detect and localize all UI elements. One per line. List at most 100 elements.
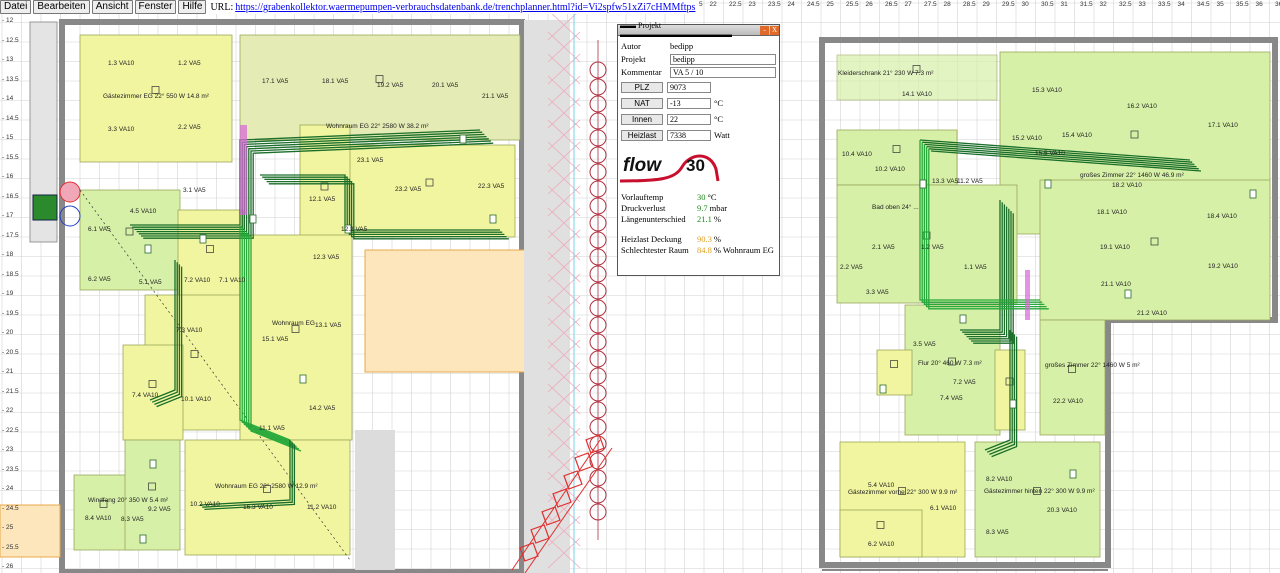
innen-field[interactable]: 22 <box>667 113 711 125</box>
ruler-left-tick: - 20.5 <box>2 348 19 356</box>
plz-row: PLZ 9073 <box>621 80 776 94</box>
room-zone[interactable] <box>184 439 351 556</box>
heatpump-circle[interactable] <box>59 181 81 203</box>
ruler-top-tick: 27 <box>904 1 912 8</box>
heizlast-field[interactable]: 7338 <box>667 129 711 141</box>
panel-titlebar[interactable]: ▬▬ Projekt ▬▬▬▬▬▬▬▬▬▬▬▬▬▬ -X <box>618 21 779 39</box>
stat-row: Vorlauftemp 30 °C <box>621 191 776 202</box>
valve-marker-icon[interactable] <box>249 214 257 224</box>
nat-field[interactable]: -13 <box>667 97 711 109</box>
ruler-top-tick: 31 <box>1060 1 1068 8</box>
plz-field[interactable]: 9073 <box>667 81 711 93</box>
menu-fenster[interactable]: Fenster <box>134 0 177 14</box>
room-zone[interactable] <box>836 54 998 101</box>
room-zone[interactable] <box>836 129 958 186</box>
collector-box[interactable] <box>32 194 58 221</box>
valve-marker-icon[interactable] <box>299 374 307 384</box>
stat-row: Druckverlust 9.7 mbar <box>621 202 776 213</box>
panel-title: ▬▬ Projekt ▬▬▬▬▬▬▬▬▬▬▬▬▬▬ <box>620 21 732 39</box>
valve-marker-icon[interactable] <box>344 224 352 234</box>
valve-marker-icon[interactable] <box>1124 289 1132 299</box>
valve-marker-icon[interactable] <box>144 244 152 254</box>
author-label: Autor <box>621 41 641 51</box>
innen-button[interactable]: Innen <box>621 113 663 125</box>
stat-value: 9.7 <box>697 202 708 213</box>
ruler-left-tick: - 24.5 <box>2 504 19 512</box>
room-zone[interactable] <box>79 189 181 291</box>
nat-row: NAT -13 °C <box>621 96 776 110</box>
minimize-button[interactable]: - <box>760 25 769 35</box>
valve-marker-icon[interactable] <box>149 459 157 469</box>
stat-value: 21.1 <box>697 213 712 224</box>
ruler-left-tick: - 23 <box>2 446 14 453</box>
ruler-left-tick: - 17 <box>2 212 14 219</box>
room-zone[interactable] <box>974 441 1101 558</box>
project-row: Projekt bedipp <box>621 53 776 65</box>
room-zone[interactable] <box>239 34 521 141</box>
ruler-top-tick: 33 <box>1138 1 1146 8</box>
floor-plan-left[interactable] <box>0 19 559 573</box>
project-panel[interactable]: ▬▬ Projekt ▬▬▬▬▬▬▬▬▬▬▬▬▬▬ -X Autor bedipp… <box>617 21 780 276</box>
room-zone[interactable] <box>344 144 516 238</box>
return-collector[interactable] <box>240 125 247 215</box>
valve-marker-icon[interactable] <box>459 134 467 144</box>
ruler-left-tick: - 12 <box>2 17 14 24</box>
ruler-left-tick: - 17.5 <box>2 231 19 239</box>
heizlast-button[interactable]: Heizlast <box>621 129 663 141</box>
collector-loop-red[interactable] <box>585 434 605 454</box>
ruler-left-tick: - 16.5 <box>2 192 19 200</box>
valve-marker-icon[interactable] <box>919 179 927 189</box>
corner-area <box>355 430 395 570</box>
valve-marker-icon[interactable] <box>879 384 887 394</box>
valve-marker-icon[interactable] <box>199 234 207 244</box>
valve-marker-icon[interactable] <box>959 314 967 324</box>
stat-label: Längenunterschied <box>621 213 686 224</box>
valve-marker-icon[interactable] <box>1069 469 1077 479</box>
ruler-top-tick: 35.5 <box>1236 1 1249 8</box>
ruler-left-tick: - 22.5 <box>2 426 19 434</box>
room-zone[interactable] <box>122 344 184 441</box>
ruler-left-tick: - 22 <box>2 407 14 414</box>
author-row: Autor bedipp <box>621 40 776 52</box>
valve-marker-icon[interactable] <box>1044 179 1052 189</box>
room-zone[interactable] <box>839 509 923 558</box>
menu-hilfe[interactable]: Hilfe <box>178 0 207 14</box>
close-button[interactable]: X <box>770 25 779 35</box>
innen-unit: °C <box>714 114 724 124</box>
room-zone[interactable] <box>177 209 244 306</box>
valve-marker-icon[interactable] <box>139 534 147 544</box>
plz-button[interactable]: PLZ <box>621 81 663 93</box>
ruler-top-tick: 24.5 <box>807 1 820 8</box>
comment-field[interactable]: VA 5 / 10 <box>670 66 776 78</box>
project-field[interactable]: bedipp <box>670 53 776 65</box>
menu-bearbeiten[interactable]: Bearbeiten <box>33 0 90 14</box>
ruler-left-tick: - 25.5 <box>2 543 19 551</box>
ruler-left-tick: - 16 <box>2 173 14 180</box>
ruler-left-tick: - 23.5 <box>2 465 19 473</box>
valve-marker-icon[interactable] <box>489 214 497 224</box>
ruler-left-tick: - 18.5 <box>2 270 19 278</box>
trench-collector[interactable] <box>511 0 613 573</box>
ruler-top-tick: 32.5 <box>1119 1 1132 8</box>
ruler-top-tick: 22 <box>709 1 717 8</box>
room-zone[interactable] <box>79 34 233 163</box>
room-zone[interactable] <box>239 234 353 441</box>
room-zone[interactable] <box>124 439 181 551</box>
ruler-top-tick: 25.5 <box>846 1 859 8</box>
menu-ansicht[interactable]: Ansicht <box>91 0 133 14</box>
valve-marker-icon[interactable] <box>1009 399 1017 409</box>
nat-button[interactable]: NAT <box>621 97 663 109</box>
ruler-left-tick: - 24 <box>2 485 14 492</box>
author-value[interactable]: bedipp <box>670 41 776 51</box>
room-zone[interactable] <box>904 304 1001 436</box>
room-zone[interactable] <box>1039 319 1106 436</box>
return-collector[interactable] <box>1025 270 1030 320</box>
valve-marker-icon[interactable] <box>1249 189 1257 199</box>
comment-row: Kommentar VA 5 / 10 <box>621 66 776 78</box>
ruler-top-tick: 29 <box>982 1 990 8</box>
ruler-top-tick: 32 <box>1099 1 1107 8</box>
url-link[interactable]: https://grabenkollektor.waermepumpen-ver… <box>235 2 695 13</box>
menu-datei[interactable]: Datei <box>0 0 32 14</box>
ruler-left-tick: - 14 <box>2 95 14 102</box>
room-zone[interactable] <box>1039 179 1271 321</box>
